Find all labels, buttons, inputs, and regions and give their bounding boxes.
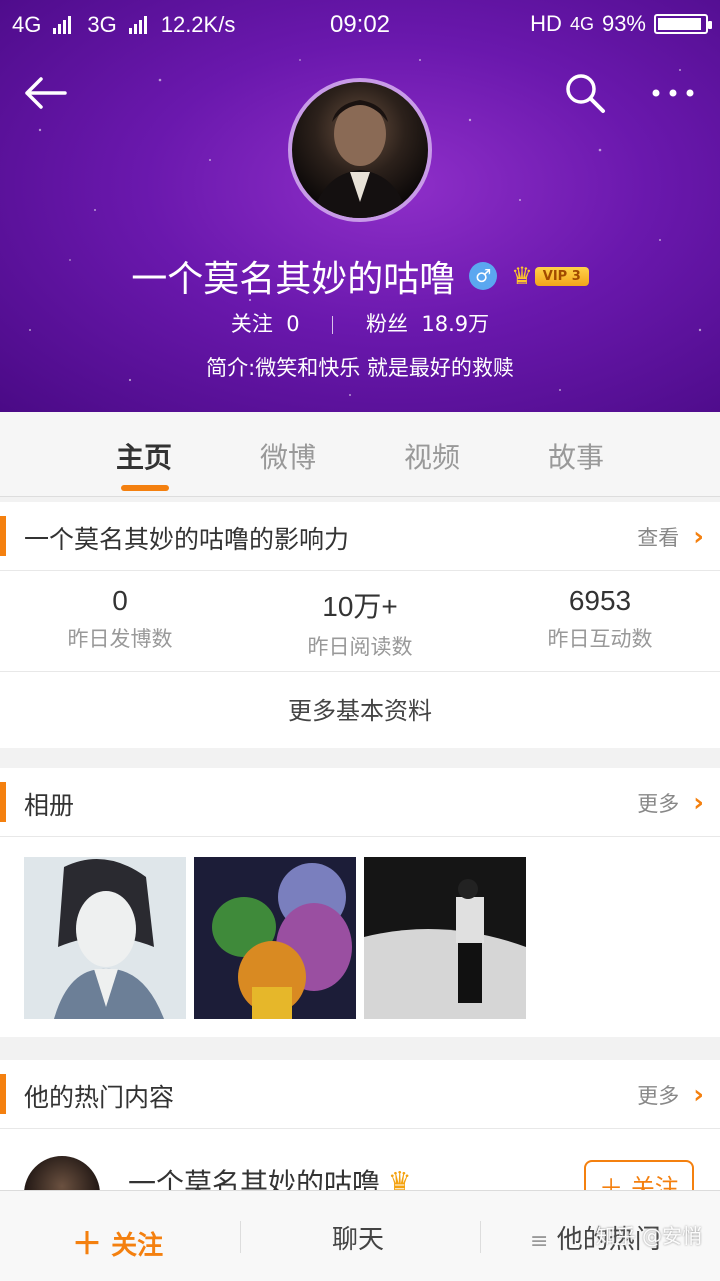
profile-header: 4G 3G 12.2K/s 09:02 HD 4G 93% 一个莫名其妙的咕噜 … (0, 0, 720, 412)
battery-icon (654, 14, 712, 34)
followers-link[interactable]: 粉丝 18.9万 (366, 312, 489, 336)
avatar[interactable] (288, 78, 432, 222)
album-card: 相册 更多 › (0, 768, 720, 1037)
tab-weibo[interactable]: 微博 (228, 436, 348, 476)
avatar-portrait (312, 100, 408, 218)
chevron-right-icon: › (693, 788, 704, 818)
section-accent-bar (0, 1074, 6, 1114)
following-label: 关注 (230, 312, 273, 336)
divider (332, 316, 334, 334)
network-type-3: 4G (569, 13, 594, 34)
male-icon: ♂ (469, 262, 498, 290)
influence-header[interactable]: 一个莫名其妙的咕噜的影响力 查看 › (0, 502, 720, 571)
hot-content-card: 他的热门内容 更多 › 一个莫名其妙的咕噜 ♛ ＋ 关注 (0, 1060, 720, 1232)
back-button[interactable] (20, 68, 70, 118)
profile-name: 一个莫名其妙的咕噜 (131, 259, 456, 300)
following-count: 0 (286, 312, 300, 336)
search-button[interactable] (560, 68, 610, 118)
following-link[interactable]: 关注 0 (231, 312, 300, 336)
vip-level: VIP 3 (534, 266, 589, 286)
metric-label: 昨日互动数 (547, 627, 653, 651)
illustration-portrait-image (24, 857, 186, 1019)
influence-view-link[interactable]: 查看 › (637, 522, 704, 552)
vip-badge[interactable]: ♛ VIP 3 (511, 262, 589, 290)
divider (480, 1221, 481, 1253)
active-tab-indicator (121, 485, 169, 491)
followers-label: 粉丝 (365, 312, 408, 336)
more-label: 更多 (637, 1084, 680, 1108)
album-header[interactable]: 相册 更多 › (0, 768, 720, 837)
plus-icon: ＋ (72, 1227, 102, 1262)
profile-bio: 简介:微笑和快乐 就是最好的救赎 (206, 356, 514, 380)
metric-label: 昨日发博数 (67, 627, 173, 651)
hot-content-header[interactable]: 他的热门内容 更多 › (0, 1060, 720, 1129)
section-accent-bar (0, 516, 6, 556)
album-photo[interactable] (24, 857, 186, 1019)
cartoon-poster-image (194, 857, 356, 1019)
album-photos (0, 837, 720, 1037)
follow-label: 关注 (111, 1231, 164, 1261)
snow-figure-image (364, 857, 526, 1019)
menu-lines-icon: ≡ (530, 1229, 549, 1254)
watermark: 知乎 @安悄 (595, 1224, 702, 1248)
status-bar: 4G 3G 12.2K/s 09:02 HD 4G 93% (0, 0, 720, 50)
battery-fill (658, 18, 701, 30)
album-title: 相册 (24, 791, 75, 820)
chevron-right-icon: › (693, 522, 704, 552)
influence-metrics: 0 昨日发博数 10万+ 昨日阅读数 6953 昨日互动数 (0, 571, 720, 672)
tab-story[interactable]: 故事 (516, 436, 636, 476)
album-more-link[interactable]: 更多 › (637, 788, 704, 818)
album-photo[interactable] (364, 857, 526, 1019)
metric-reads: 10万+ 昨日阅读数 (240, 585, 480, 661)
tab-home[interactable]: 主页 (84, 436, 204, 476)
more-options-button[interactable] (648, 68, 698, 118)
metric-value: 10万+ (322, 591, 398, 622)
profile-name-row: 一个莫名其妙的咕噜 ♂ ♛ VIP 3 (0, 250, 720, 302)
more-label: 更多 (637, 792, 680, 816)
metric-posts: 0 昨日发博数 (0, 585, 240, 653)
battery-percent: 93% (601, 11, 646, 36)
hd-indicator: HD (530, 11, 562, 36)
metric-label: 昨日阅读数 (307, 635, 413, 659)
influence-card: 一个莫名其妙的咕噜的影响力 查看 › 0 昨日发博数 10万+ 昨日阅读数 69… (0, 502, 720, 748)
influence-title: 一个莫名其妙的咕噜的影响力 (24, 525, 350, 554)
profile-tabs: 主页 微博 视频 故事 (0, 412, 720, 497)
section-accent-bar (0, 782, 6, 822)
metric-value: 6953 (568, 585, 632, 616)
metric-interactions: 6953 昨日互动数 (480, 585, 720, 653)
tab-video[interactable]: 视频 (372, 436, 492, 476)
album-photo[interactable] (194, 857, 356, 1019)
search-icon (566, 74, 605, 113)
clock: 09:02 (329, 11, 391, 38)
follow-button[interactable]: ＋ 关注 (72, 1219, 163, 1263)
view-label: 查看 (637, 526, 680, 550)
arrow-left-icon (25, 77, 67, 109)
hot-content-title: 他的热门内容 (24, 1083, 175, 1112)
crown-icon: ♛ (511, 262, 533, 290)
hot-more-link[interactable]: 更多 › (637, 1080, 704, 1110)
metric-value: 0 (112, 585, 128, 616)
more-basic-info-button[interactable]: 更多基本资料 (0, 672, 720, 748)
more-dots-icon (652, 89, 694, 97)
divider (240, 1221, 241, 1253)
chat-button[interactable]: 聊天 (332, 1219, 384, 1256)
chevron-right-icon: › (693, 1080, 704, 1110)
followers-count: 18.9万 (421, 312, 490, 336)
follow-stats: 关注 0 粉丝 18.9万 (0, 308, 720, 338)
